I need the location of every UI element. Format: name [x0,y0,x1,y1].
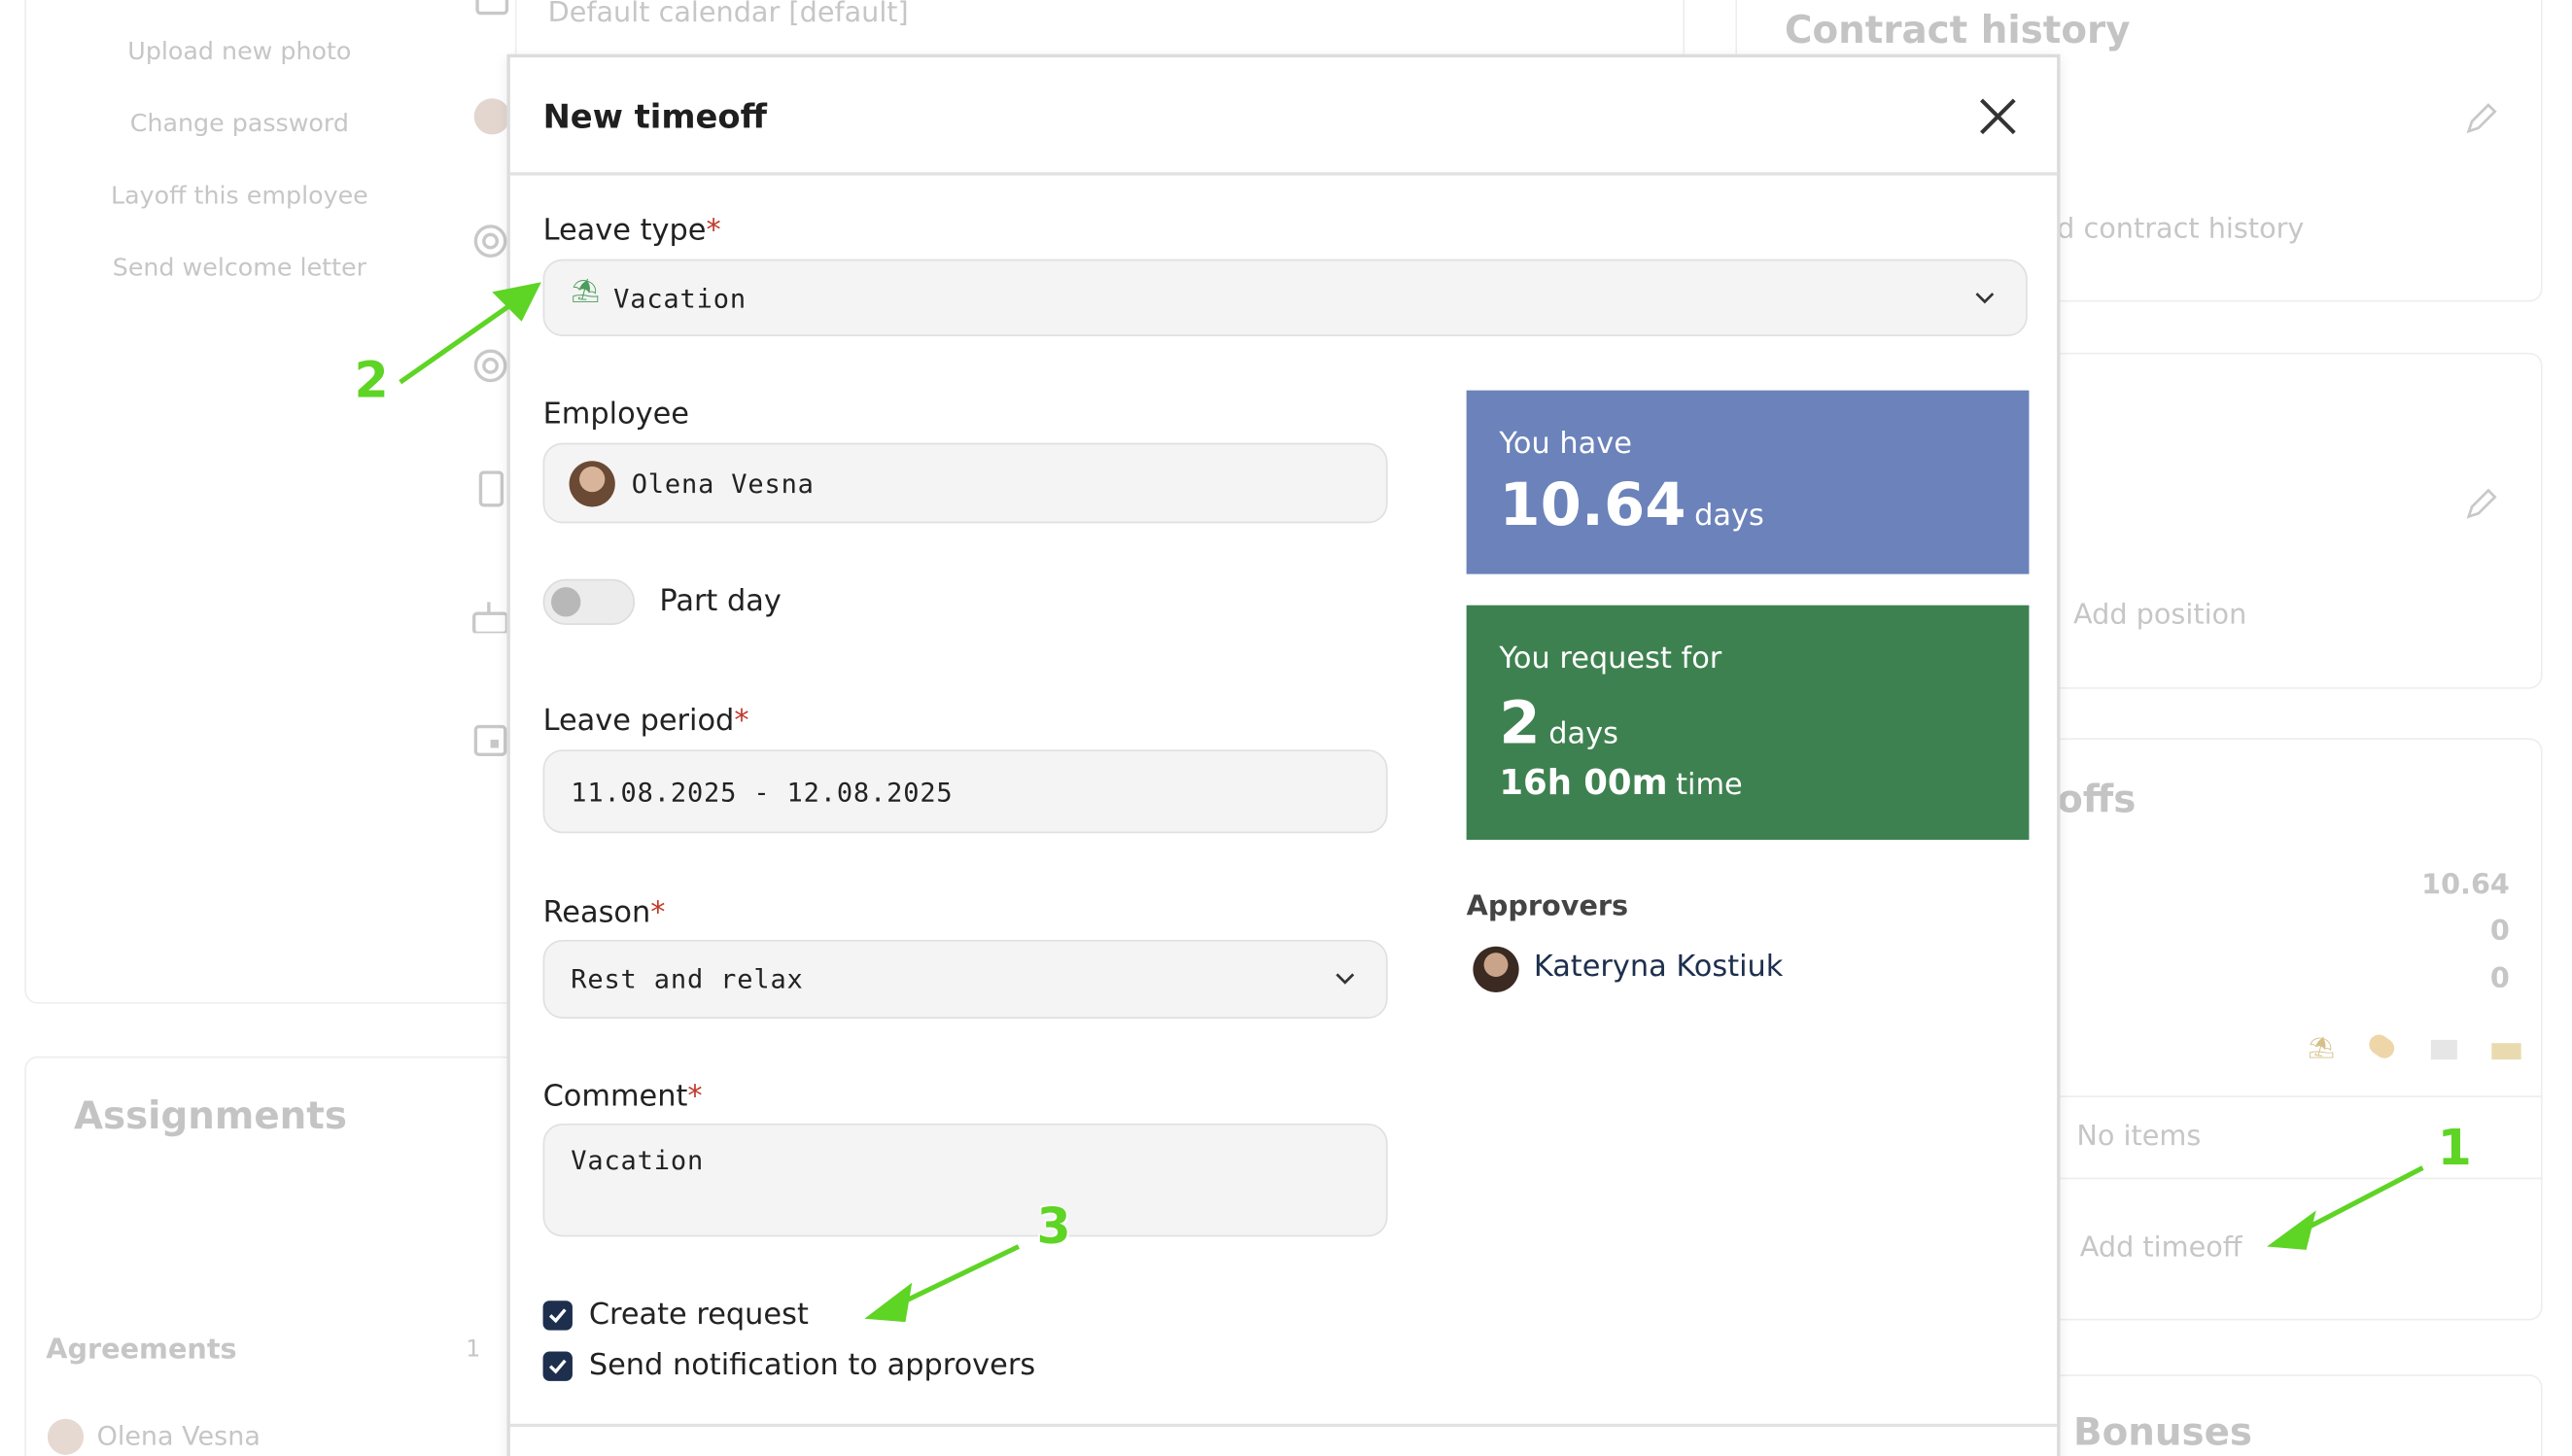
agreement-person-avatar [47,1418,85,1455]
edit-icon[interactable] [2462,102,2498,138]
add-timeoff-link[interactable]: Add timeoff [2080,1231,2242,1265]
required-mark: * [650,895,666,930]
annotation-number-2: 2 [354,352,389,410]
required-mark: * [734,703,749,739]
chevron-down-icon [1336,973,1355,985]
request-days-unit: days [1548,716,1618,751]
send-notification-label: Send notification to approvers [588,1348,1036,1383]
request-card: You request for 2 days 16h 00m time [1466,605,2030,840]
create-request-label: Create request [588,1297,809,1333]
leave-type-label: Leave type* [543,213,721,247]
remote-type-icon [2430,1039,2457,1060]
approver-avatar [1473,946,1519,992]
leave-type-label-text: Leave type [542,213,707,248]
screen: Upload new photo Change password Layoff … [0,0,2572,1456]
contract-history-title: Contract history [1785,10,2131,52]
image-icon [475,0,509,16]
annotation-number-1: 1 [2437,1120,2472,1178]
timeoff-balance-value: 10.64 [2421,869,2510,903]
reason-label: Reason* [543,895,666,929]
balance-card: You have 10.64 days [1466,390,2030,574]
balance-caption: You have [1499,426,1632,462]
timeoffs-divider [2060,1095,2543,1097]
request-caption: You request for [1499,641,1722,676]
add-position-link[interactable]: Add position [2073,599,2246,632]
at-icon-2 [473,349,507,383]
other-type-icon [2491,1043,2521,1060]
send-welcome-letter-link[interactable]: Send welcome letter [0,253,479,282]
employee-field[interactable]: Olena Vesna [542,442,1388,524]
reason-select[interactable]: Rest and relax [542,939,1388,1019]
cake-icon [472,602,507,634]
annotation-number-3: 3 [1036,1198,1071,1257]
calendar-field: Default calendar [default] [547,0,909,30]
balance-amount-row: 10.64 days [1499,472,1763,539]
leave-type-select[interactable]: ⛱ Vacation [542,259,2028,336]
agreements-label[interactable]: Agreements [46,1334,236,1367]
leave-period-label: Leave period* [543,704,749,738]
toggle-knob [551,587,581,617]
required-mark: * [706,213,721,248]
upload-photo-link[interactable]: Upload new photo [0,36,479,65]
balance-amount: 10.64 [1499,472,1686,540]
chevron-down-icon [1975,292,1995,303]
balance-unit: days [1694,499,1764,534]
approver-name[interactable]: Kateryna Kostiuk [1534,950,1784,984]
timeoff-pending-value: 0 [2489,962,2510,996]
phone-icon [478,470,504,507]
timeoffs-divider-2 [2060,1177,2543,1180]
reason-label-text: Reason [542,895,651,930]
new-timeoff-modal: New timeoff Leave type* ⛱ Vacation Emplo… [506,53,2061,1456]
approvers-label: Approvers [1466,890,1629,924]
layoff-employee-link[interactable]: Layoff this employee [0,181,479,210]
avatar-small-icon [473,98,510,135]
leave-type-value: Vacation [613,282,747,314]
part-day-toggle[interactable] [542,578,636,625]
modal-footer-divider [509,1423,2058,1428]
modal-header: New timeoff [509,57,2058,176]
request-days-row: 2 days [1499,690,1618,757]
employee-avatar [569,461,615,507]
employee-label: Employee [542,397,690,432]
edit-icon-2[interactable] [2462,487,2498,523]
employee-value: Olena Vesna [631,467,815,499]
calendar-icon [473,724,507,756]
timeoff-used-value: 0 [2489,915,2510,949]
change-password-link[interactable]: Change password [0,108,479,137]
part-day-label: Part day [659,583,782,619]
bonuses-title: Bonuses [2073,1411,2253,1455]
modal-title: New timeoff [542,96,767,137]
comment-textarea[interactable]: Vacation [542,1123,1388,1237]
request-time-row: 16h 00m time [1499,763,1742,803]
at-icon [473,225,507,258]
comment-value: Vacation [571,1144,705,1176]
required-mark: * [687,1079,703,1114]
vacation-type-icon: ⛱ [2308,1036,2336,1061]
reason-value: Rest and relax [571,963,804,995]
timeoffs-title: offs [2057,779,2137,822]
send-notification-checkbox[interactable] [542,1351,573,1381]
leave-period-label-text: Leave period [542,703,735,739]
request-time-amount: 16h 00m [1499,762,1668,803]
request-days-amount: 2 [1499,690,1541,758]
agreement-person-name[interactable]: Olena Vesna [97,1420,261,1451]
profile-card [24,0,517,1004]
comment-label: Comment* [543,1079,703,1113]
create-request-checkbox[interactable] [542,1300,573,1331]
no-items-text: No items [2076,1120,2202,1154]
vacation-icon: ⛱ [571,278,602,305]
leave-period-value: 11.08.2025 - 12.08.2025 [571,776,954,808]
agreements-count: 1 [466,1336,481,1364]
assignments-title: Assignments [73,1095,347,1139]
close-icon[interactable] [1975,93,2021,139]
leave-period-input[interactable]: 11.08.2025 - 12.08.2025 [542,749,1388,834]
request-time-unit: time [1676,767,1743,803]
add-contract-history-link[interactable]: d contract history [2057,213,2304,246]
comment-label-text: Comment [542,1079,688,1114]
